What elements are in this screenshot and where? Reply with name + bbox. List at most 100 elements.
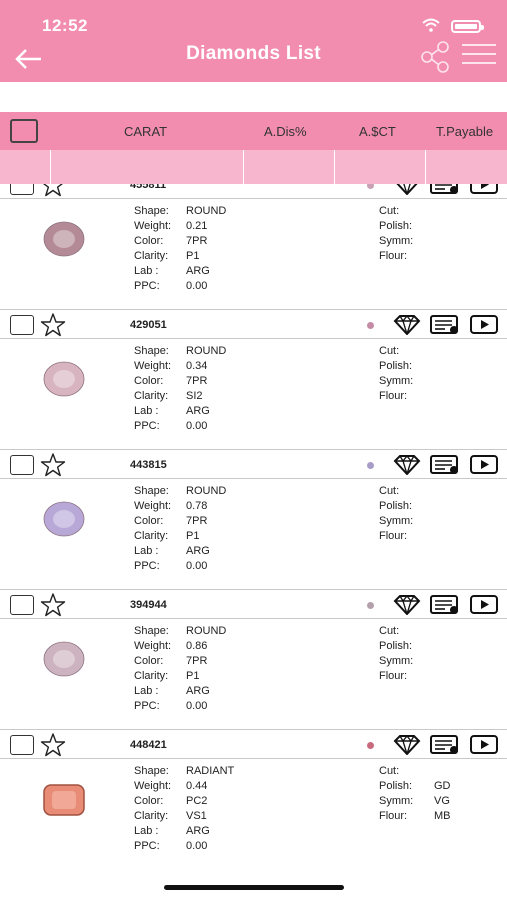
flour-label: Flour: <box>379 530 408 542</box>
diamond-icon[interactable] <box>393 315 421 335</box>
select-all-checkbox[interactable] <box>10 119 38 143</box>
diamond-icon[interactable] <box>393 455 421 475</box>
clarity-label: Clarity: <box>134 390 169 402</box>
video-play-icon[interactable] <box>470 315 498 334</box>
color-dot-icon <box>367 742 374 749</box>
diamond-stone-image[interactable] <box>40 639 88 679</box>
list-item[interactable]: 448421 Shape: RADIANT Weight: 0.44 Color… <box>0 729 507 869</box>
shape-value: ROUND <box>186 625 227 637</box>
video-play-icon[interactable] <box>470 735 498 754</box>
list-item[interactable]: 429051 Shape: ROUND Weight: 0.34 Color: … <box>0 309 507 449</box>
item-checkbox[interactable] <box>10 595 34 615</box>
shape-label: Shape: <box>134 625 169 637</box>
weight-value: 0.44 <box>186 780 208 792</box>
certificate-icon[interactable] <box>430 735 460 755</box>
diamond-stone-image[interactable] <box>40 499 88 539</box>
star-icon[interactable] <box>40 732 66 758</box>
column-total-payable[interactable]: T.Payable <box>436 124 493 139</box>
diamond-icon[interactable] <box>393 184 421 195</box>
item-checkbox[interactable] <box>10 315 34 335</box>
ppc-label: PPC: <box>134 840 160 852</box>
lab-label: Lab : <box>134 265 159 277</box>
shape-label: Shape: <box>134 345 169 357</box>
polish-label: Polish: <box>379 220 413 232</box>
flour-label: Flour: <box>379 670 408 682</box>
star-icon[interactable] <box>40 452 66 478</box>
diamond-icon[interactable] <box>393 595 421 615</box>
home-indicator[interactable] <box>164 885 344 890</box>
certificate-icon[interactable] <box>430 595 460 615</box>
star-icon[interactable] <box>40 312 66 338</box>
shape-value: RADIANT <box>186 765 235 777</box>
certificate-icon[interactable] <box>430 315 460 335</box>
shape-value: ROUND <box>186 345 227 357</box>
diamond-icon[interactable] <box>393 735 421 755</box>
color-value: 7PR <box>186 235 208 247</box>
column-carat[interactable]: CARAT <box>124 124 167 139</box>
symm-label: Symm: <box>379 375 414 387</box>
color-value: 7PR <box>186 375 208 387</box>
stock-number[interactable]: 455811 <box>130 184 166 191</box>
menu-icon[interactable] <box>462 44 496 68</box>
video-play-icon[interactable] <box>470 595 498 614</box>
column-avg-price-ct[interactable]: A.$CT <box>359 124 396 139</box>
shape-label: Shape: <box>134 205 169 217</box>
item-grading: Cut: Polish: Symm: Flour: <box>379 204 499 264</box>
diamond-stone-image[interactable] <box>40 359 88 399</box>
status-time: 12:52 <box>42 16 88 35</box>
diamond-stone-image[interactable] <box>40 219 88 259</box>
item-grading: Cut: Polish: Symm: Flour: <box>379 484 499 544</box>
clarity-value: P1 <box>186 530 200 542</box>
stock-number[interactable]: 443815 <box>130 459 167 471</box>
ppc-value: 0.00 <box>186 560 208 572</box>
item-header: 455811 <box>0 184 507 199</box>
item-checkbox[interactable] <box>10 455 34 475</box>
item-checkbox[interactable] <box>10 735 34 755</box>
item-checkbox[interactable] <box>10 184 34 195</box>
clarity-label: Clarity: <box>134 530 169 542</box>
stock-number[interactable]: 448421 <box>130 739 167 751</box>
symm-label: Symm: <box>379 655 414 667</box>
certificate-icon[interactable] <box>430 184 460 195</box>
lab-value: ARG <box>186 545 210 557</box>
share-icon[interactable] <box>419 40 453 74</box>
stock-number[interactable]: 394944 <box>130 599 167 611</box>
list-item[interactable]: 443815 Shape: ROUND Weight: 0.78 Color: … <box>0 449 507 589</box>
certificate-icon[interactable] <box>430 455 460 475</box>
weight-label: Weight: <box>134 500 172 512</box>
lab-value: ARG <box>186 265 210 277</box>
list-item[interactable]: 394944 Shape: ROUND Weight: 0.86 Color: … <box>0 589 507 729</box>
color-label: Color: <box>134 515 164 527</box>
column-avg-discount[interactable]: A.Dis% <box>264 124 307 139</box>
video-play-icon[interactable] <box>470 455 498 474</box>
color-label: Color: <box>134 235 164 247</box>
item-header: 429051 <box>0 309 507 339</box>
clarity-value: VS1 <box>186 810 207 822</box>
shape-label: Shape: <box>134 485 169 497</box>
star-icon[interactable] <box>40 184 66 198</box>
color-label: Color: <box>134 655 164 667</box>
item-header: 443815 <box>0 449 507 479</box>
ppc-label: PPC: <box>134 700 160 712</box>
shape-label: Shape: <box>134 765 169 777</box>
totals-cell <box>0 150 51 184</box>
lab-label: Lab : <box>134 405 159 417</box>
lab-value: ARG <box>186 825 210 837</box>
weight-label: Weight: <box>134 780 172 792</box>
lab-value: ARG <box>186 405 210 417</box>
clarity-value: P1 <box>186 250 200 262</box>
list-item[interactable]: 455811 Shape: ROUND Weight: 0.21 Color: … <box>0 184 507 309</box>
flour-label: Flour: <box>379 250 408 262</box>
star-icon[interactable] <box>40 592 66 618</box>
weight-value: 0.86 <box>186 640 208 652</box>
diamond-list[interactable]: 455811 Shape: ROUND Weight: 0.21 Color: … <box>0 184 507 884</box>
stock-number[interactable]: 429051 <box>130 319 167 331</box>
diamond-stone-image[interactable] <box>40 779 88 819</box>
totals-cell <box>51 150 244 184</box>
video-play-icon[interactable] <box>470 184 498 194</box>
item-grading: Cut: Polish: Symm: Flour: <box>379 624 499 684</box>
clarity-value: P1 <box>186 670 200 682</box>
color-dot-icon <box>367 322 374 329</box>
clarity-label: Clarity: <box>134 250 169 262</box>
ppc-value: 0.00 <box>186 700 208 712</box>
